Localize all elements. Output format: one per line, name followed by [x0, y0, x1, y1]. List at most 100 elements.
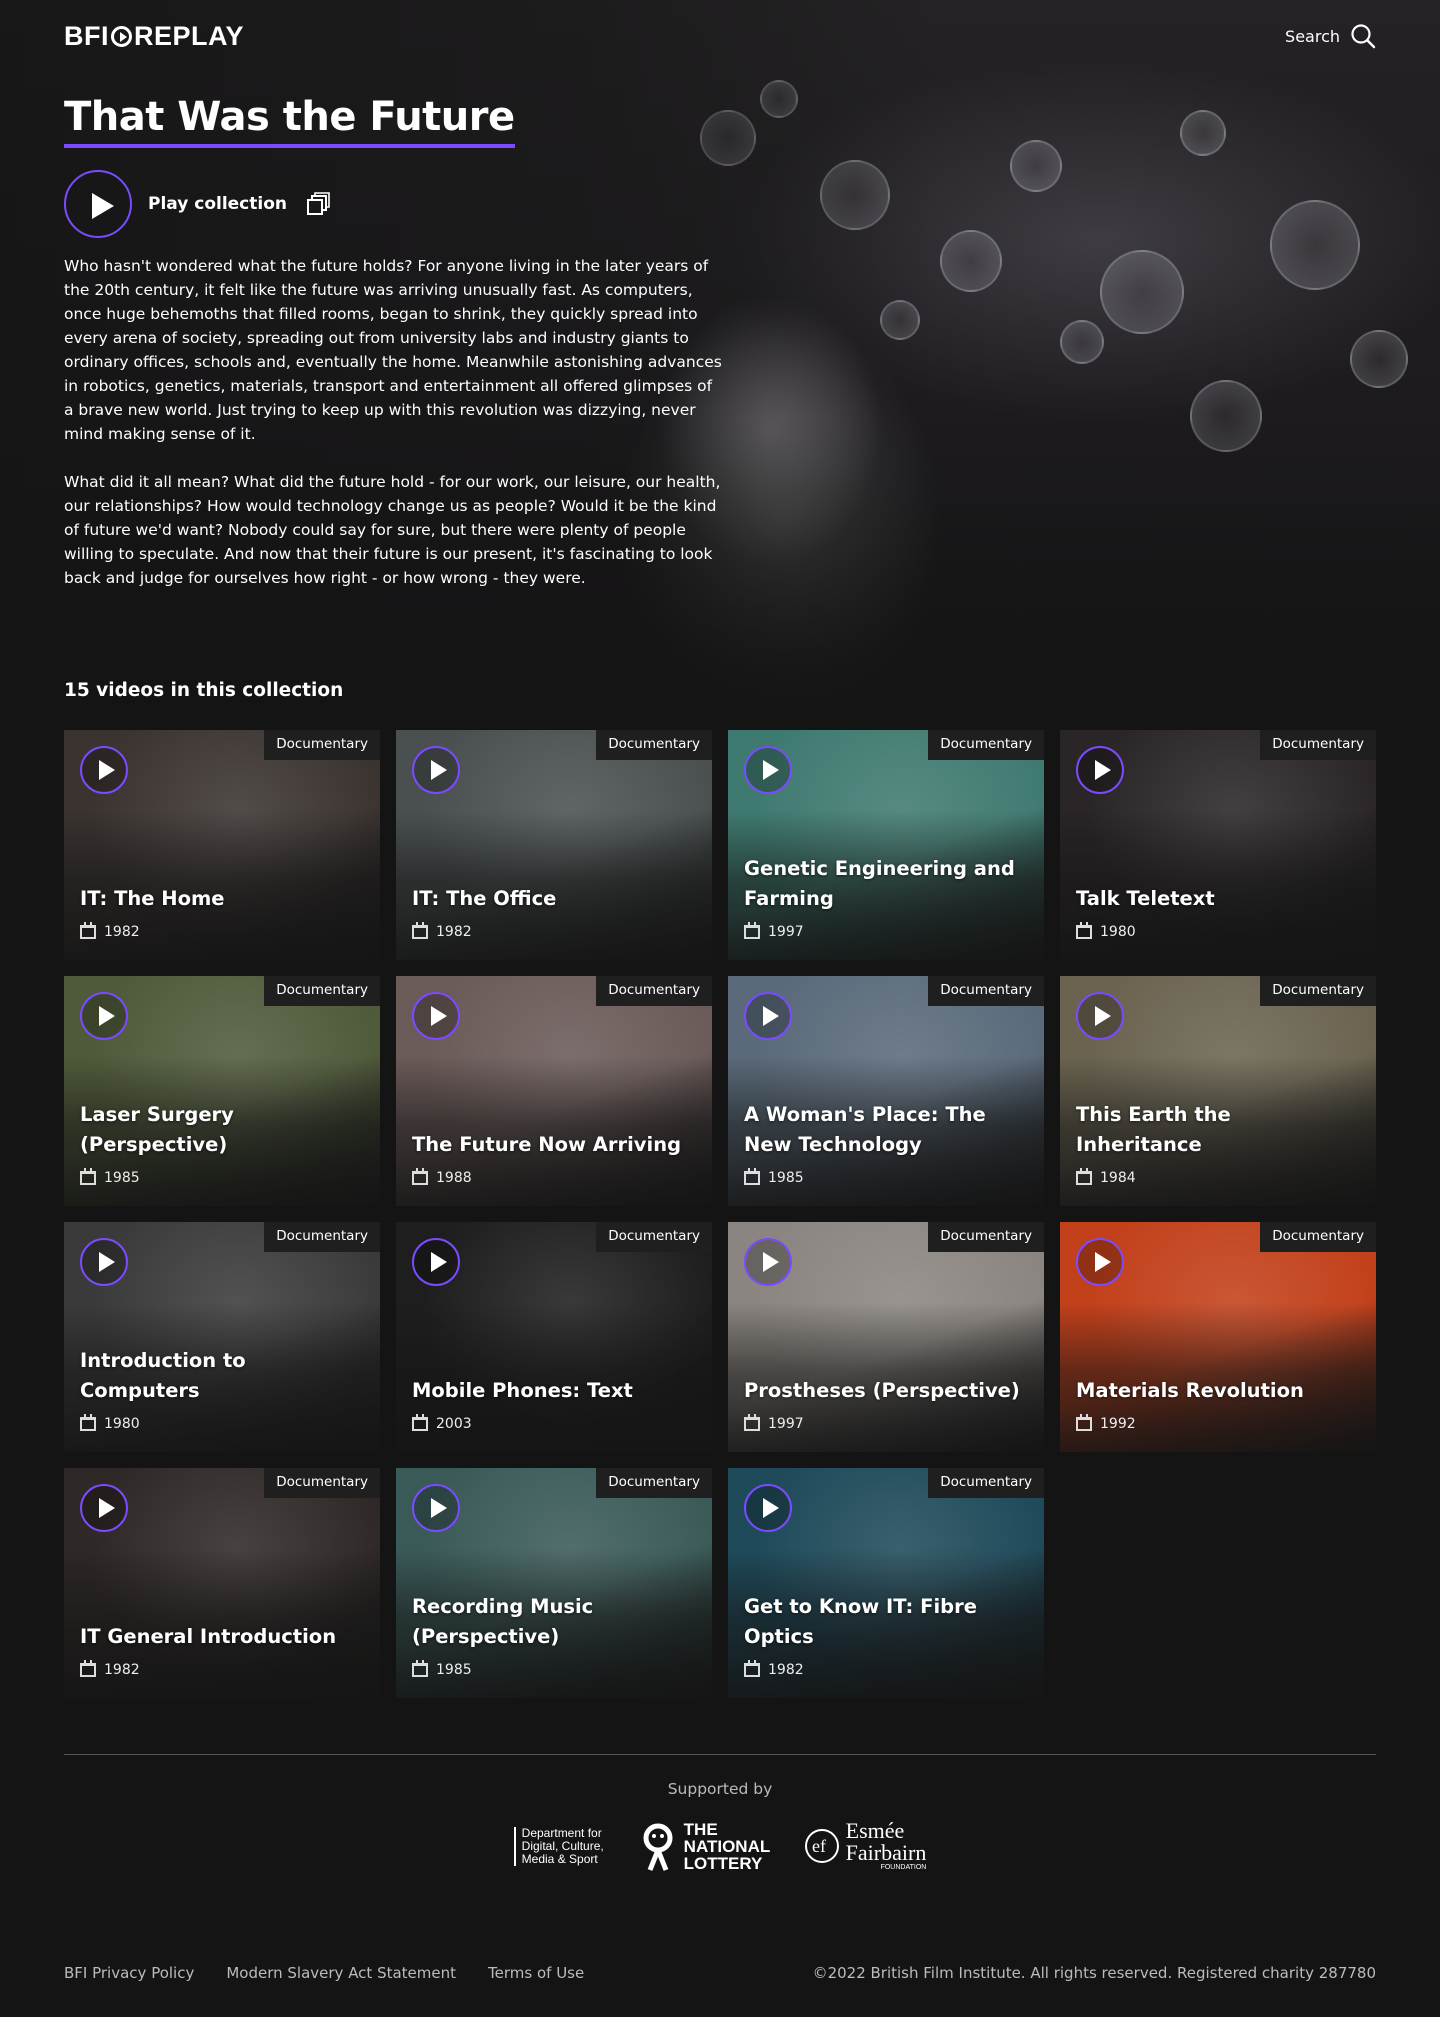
video-card[interactable]: Documentary This Earth the Inheritance 1… [1060, 976, 1376, 1206]
video-card[interactable]: Documentary Materials Revolution 1992 [1060, 1222, 1376, 1452]
copyright-text: ©2022 British Film Institute. All rights… [812, 1964, 1376, 1982]
video-title[interactable]: Genetic Engineering and Farming [744, 854, 1028, 914]
video-info: A Woman's Place: The New Technology 1985 [744, 1100, 1028, 1186]
video-card[interactable]: Documentary Recording Music (Perspective… [396, 1468, 712, 1698]
search-button[interactable]: Search [1285, 23, 1376, 49]
video-title[interactable]: Get to Know IT: Fibre Optics [744, 1592, 1028, 1652]
video-info: Mobile Phones: Text 2003 [412, 1376, 696, 1432]
collection-title: That Was the Future [64, 92, 515, 148]
bfi-replay-logo[interactable]: BFI REPLAY [64, 21, 244, 52]
calendar-icon [80, 1414, 96, 1431]
calendar-icon [80, 1168, 96, 1185]
play-video-button[interactable] [412, 992, 460, 1040]
video-year: 1980 [104, 1416, 140, 1432]
esmee-text: Esmée Fairbairn FOUNDATION [846, 1820, 927, 1872]
video-info: Talk Teletext 1980 [1076, 884, 1360, 940]
video-title[interactable]: This Earth the Inheritance [1076, 1100, 1360, 1160]
video-card[interactable]: Documentary Get to Know IT: Fibre Optics… [728, 1468, 1044, 1698]
play-video-button[interactable] [80, 1238, 128, 1286]
play-video-button[interactable] [744, 1484, 792, 1532]
play-video-button[interactable] [744, 746, 792, 794]
calendar-icon [80, 1660, 96, 1677]
play-video-button[interactable] [1076, 1238, 1124, 1286]
video-title[interactable]: Introduction to Computers [80, 1346, 364, 1406]
video-year: 1982 [104, 1662, 140, 1678]
playlist-icon[interactable] [305, 191, 331, 217]
video-title[interactable]: IT General Introduction [80, 1622, 364, 1652]
video-info: IT: The Home 1982 [80, 884, 364, 940]
genre-badge: Documentary [596, 976, 712, 1006]
video-title[interactable]: IT: The Office [412, 884, 696, 914]
collection-title-wrap: That Was the Future [64, 92, 515, 148]
genre-badge: Documentary [264, 976, 380, 1006]
video-year: 1982 [104, 924, 140, 940]
play-video-button[interactable] [80, 992, 128, 1040]
play-video-button[interactable] [744, 992, 792, 1040]
video-card[interactable]: Documentary Mobile Phones: Text 2003 [396, 1222, 712, 1452]
video-info: The Future Now Arriving 1988 [412, 1130, 696, 1186]
video-card[interactable]: Documentary Laser Surgery (Perspective) … [64, 976, 380, 1206]
dcms-logo: Department for Digital, Culture, Media &… [513, 1825, 610, 1866]
logo-text-right: REPLAY [134, 20, 245, 51]
video-info: Materials Revolution 1992 [1076, 1376, 1360, 1432]
play-video-button[interactable] [412, 1238, 460, 1286]
modern-slavery-link[interactable]: Modern Slavery Act Statement [226, 1964, 456, 1982]
esmee-line1: Esmée [845, 1818, 905, 1843]
video-year-row: 1982 [80, 1660, 364, 1678]
video-card[interactable]: Documentary The Future Now Arriving 1988 [396, 976, 712, 1206]
calendar-icon [744, 1414, 760, 1431]
video-title[interactable]: A Woman's Place: The New Technology [744, 1100, 1028, 1160]
play-video-button[interactable] [412, 746, 460, 794]
video-info: Prostheses (Perspective) 1997 [744, 1376, 1028, 1432]
play-video-button[interactable] [80, 1484, 128, 1532]
play-video-button[interactable] [1076, 746, 1124, 794]
play-video-button[interactable] [80, 746, 128, 794]
video-title[interactable]: IT: The Home [80, 884, 364, 914]
video-info: Get to Know IT: Fibre Optics 1982 [744, 1592, 1028, 1678]
video-title[interactable]: Prostheses (Perspective) [744, 1376, 1028, 1406]
video-card[interactable]: Documentary Prostheses (Perspective) 199… [728, 1222, 1044, 1452]
video-year-row: 1982 [412, 922, 696, 940]
video-year-row: 1988 [412, 1168, 696, 1186]
video-title[interactable]: Recording Music (Perspective) [412, 1592, 696, 1652]
calendar-icon [744, 1660, 760, 1677]
video-title[interactable]: Talk Teletext [1076, 884, 1360, 914]
play-circle-icon [111, 25, 132, 47]
video-title[interactable]: Mobile Phones: Text [412, 1376, 696, 1406]
calendar-icon [412, 1660, 428, 1677]
video-year: 1988 [436, 1170, 472, 1186]
genre-badge: Documentary [264, 730, 380, 760]
video-year-row: 1980 [80, 1414, 364, 1432]
dcms-label: Department for Digital, Culture, Media &… [521, 1825, 604, 1866]
video-year: 1982 [768, 1662, 804, 1678]
genre-badge: Documentary [928, 1222, 1044, 1252]
video-card[interactable]: Documentary Genetic Engineering and Farm… [728, 730, 1044, 960]
video-card[interactable]: Documentary IT: The Home 1982 [64, 730, 380, 960]
video-card[interactable]: Documentary Talk Teletext 1980 [1060, 730, 1376, 960]
video-title[interactable]: Laser Surgery (Perspective) [80, 1100, 364, 1160]
video-title[interactable]: The Future Now Arriving [412, 1130, 696, 1160]
video-info: IT: The Office 1982 [412, 884, 696, 940]
play-video-button[interactable] [1076, 992, 1124, 1040]
play-video-button[interactable] [412, 1484, 460, 1532]
video-card[interactable]: Documentary A Woman's Place: The New Tec… [728, 976, 1044, 1206]
genre-badge: Documentary [596, 1222, 712, 1252]
video-year-row: 1985 [80, 1168, 364, 1186]
svg-text:ef: ef [812, 1836, 826, 1856]
video-title[interactable]: Materials Revolution [1076, 1376, 1360, 1406]
video-card[interactable]: Documentary IT: The Office 1982 [396, 730, 712, 960]
privacy-policy-link[interactable]: BFI Privacy Policy [64, 1964, 194, 1982]
terms-of-use-link[interactable]: Terms of Use [488, 1964, 584, 1982]
video-card[interactable]: Documentary IT General Introduction 1982 [64, 1468, 380, 1698]
play-collection-button[interactable] [64, 170, 132, 238]
video-year: 1985 [768, 1170, 804, 1186]
video-card[interactable]: Documentary Introduction to Computers 19… [64, 1222, 380, 1452]
play-collection-label[interactable]: Play collection [148, 194, 287, 214]
play-video-button[interactable] [744, 1238, 792, 1286]
video-year-row: 1997 [744, 922, 1028, 940]
esmee-line2: Fairbairn [845, 1840, 927, 1865]
video-year-row: 1984 [1076, 1168, 1360, 1186]
video-info: Laser Surgery (Perspective) 1985 [80, 1100, 364, 1186]
play-collection-row: Play collection [64, 170, 331, 238]
calendar-icon [744, 1168, 760, 1185]
